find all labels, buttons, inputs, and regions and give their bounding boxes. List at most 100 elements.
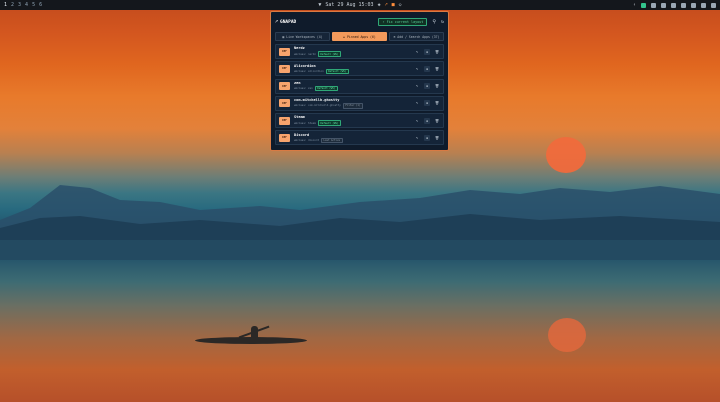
tab-live-workspaces[interactable]: ▦ Live Workspaces (4)	[275, 32, 330, 41]
rocket-icon[interactable]: ➚	[385, 2, 388, 8]
tab-label: Pinned Apps (6)	[347, 34, 376, 39]
edit-icon[interactable]: ✎	[414, 118, 420, 124]
app-icon: DEF	[279, 133, 290, 142]
app-wmclass: wmclass: com.mitchellh.ghostty	[294, 104, 341, 108]
app-meta: wmclass: alicordion Default (WS)	[294, 68, 349, 75]
app-icon: DEF	[279, 116, 290, 125]
delete-icon[interactable]: 🗑	[434, 49, 440, 55]
kayak	[195, 337, 307, 344]
weather-icon[interactable]: ▼	[318, 2, 321, 8]
edit-icon[interactable]: ✎	[414, 83, 420, 89]
app-meta: wmclass: discord Last Active	[294, 137, 343, 144]
app-info: Alicordion wmclass: alicordion Default (W…	[294, 64, 349, 75]
power-icon[interactable]	[711, 2, 716, 8]
workspace-5[interactable]: 5	[32, 2, 35, 8]
pinned-app-list: DEF Nerdz wmclass: nerdz Default (WS) ✎ ▪…	[275, 44, 444, 146]
app-icon: DEF	[279, 99, 290, 108]
app-meta: wmclass: zen Default (WS)	[294, 85, 338, 92]
app-icon: DEF	[279, 82, 290, 91]
unpin-icon[interactable]: ▪	[424, 83, 430, 90]
workspace-4[interactable]: 4	[25, 2, 28, 8]
delete-icon[interactable]: 🗑	[434, 118, 440, 124]
tab-pinned-apps[interactable]: ✚ Pinned Apps (6)	[332, 32, 387, 41]
unpin-icon[interactable]: ▪	[424, 48, 430, 55]
app-name: Alicordion	[294, 63, 316, 68]
system-tray: ‹	[633, 2, 716, 8]
unpin-icon[interactable]: ▪	[424, 134, 430, 141]
workspace-3[interactable]: 3	[18, 2, 21, 8]
sun	[546, 137, 586, 173]
clock-area: ▼ Sat 29 Aug 15:03 ◈ ➚ ■ ◇	[318, 2, 401, 8]
refresh-icon[interactable]: ↻	[441, 19, 444, 25]
edit-icon[interactable]: ✎	[414, 49, 420, 55]
tab-add-search-apps[interactable]: ⊕ Add / Search Apps (37)	[389, 32, 444, 41]
workspace-6[interactable]: 6	[39, 2, 42, 8]
app-indicator-icon[interactable]: ◈	[378, 2, 381, 8]
list-item[interactable]: DEF Discord wmclass: discord Last Active …	[275, 130, 444, 146]
unpin-icon[interactable]: ▪	[424, 100, 430, 107]
delete-icon[interactable]: 🗑	[434, 66, 440, 72]
chevron-left-icon[interactable]: ‹	[633, 2, 636, 8]
fix-layout-button[interactable]: ⚡ Fix current layout	[378, 18, 428, 26]
notifications-icon[interactable]	[701, 2, 706, 8]
status-badge: Default (WS)	[314, 85, 338, 92]
app-info: zen wmclass: zen Default (WS)	[294, 81, 338, 92]
app-info: Steam wmclass: Steam Default (WS)	[294, 115, 341, 126]
list-item[interactable]: DEF Nerdz wmclass: nerdz Default (WS) ✎ ▪…	[275, 44, 444, 59]
row-actions: ✎ ▪ 🗑	[414, 65, 440, 72]
notification-icon[interactable]: ■	[392, 2, 395, 8]
pin-icon[interactable]: ⚲	[432, 19, 436, 25]
clock[interactable]: Sat 29 Aug 15:03	[325, 2, 373, 8]
app-meta: wmclass: com.mitchellh.ghostty Filter (1)	[294, 103, 363, 109]
status-badge: Default (WS)	[317, 120, 341, 126]
row-actions: ✎ ▪ 🗑	[414, 48, 440, 55]
app-info: com.mitchellh.ghostty wmclass: com.mitch…	[294, 98, 363, 109]
sun-reflection	[548, 318, 586, 352]
app-icon: DEF	[279, 64, 290, 73]
row-actions: ✎ ▪ 🗑	[414, 100, 440, 107]
unpin-icon[interactable]: ▪	[424, 65, 430, 72]
row-actions: ✎ ▪ 🗑	[414, 134, 440, 141]
app-wmclass: wmclass: nerdz	[294, 52, 316, 56]
list-item[interactable]: DEF com.mitchellh.ghostty wmclass: com.m…	[275, 95, 444, 111]
edit-icon[interactable]: ✎	[414, 135, 420, 141]
app-info: Discord wmclass: discord Last Active	[294, 133, 343, 144]
list-item[interactable]: DEF Alicordion wmclass: alicordion Defaul…	[275, 61, 444, 77]
app-wmclass: wmclass: zen	[294, 87, 313, 91]
battery-icon[interactable]	[661, 2, 666, 8]
status-badge: Last Active	[321, 137, 343, 144]
status-badge: Default (WS)	[325, 68, 349, 75]
edit-icon[interactable]: ✎	[414, 100, 420, 106]
wallpaper-mountains	[0, 185, 720, 260]
bluetooth-icon[interactable]	[681, 2, 686, 8]
list-item[interactable]: DEF Steam wmclass: Steam Default (WS) ✎ ▪…	[275, 113, 444, 129]
status-badge: Default (WS)	[317, 51, 341, 57]
rocket-logo-icon: ➚	[275, 19, 279, 25]
clipboard-icon[interactable]: ◇	[399, 2, 402, 8]
edit-icon[interactable]: ✎	[414, 66, 420, 72]
app-meta: wmclass: nerdz Default (WS)	[294, 51, 341, 57]
app-info: Nerdz wmclass: nerdz Default (WS)	[294, 46, 341, 57]
display-icon[interactable]	[641, 2, 646, 8]
top-panel: 1 2 3 4 5 6 ▼ Sat 29 Aug 15:03 ◈ ➚ ■ ◇ ‹	[0, 0, 720, 10]
delete-icon[interactable]: 🗑	[434, 100, 440, 106]
app-wmclass: wmclass: alicordion	[294, 69, 324, 73]
app-icon: DEF	[279, 47, 290, 56]
workspace-2[interactable]: 2	[11, 2, 14, 8]
list-item[interactable]: DEF zen wmclass: zen Default (WS) ✎ ▪ 🗑	[275, 78, 444, 94]
wifi-icon[interactable]	[691, 2, 696, 8]
app-name: Discord	[294, 132, 310, 137]
fix-layout-label: Fix current layout	[386, 20, 424, 24]
workspace-1[interactable]: 1	[4, 2, 7, 8]
app-wmclass: wmclass: discord	[294, 138, 319, 142]
app-name: Steam	[294, 115, 305, 120]
unpin-icon[interactable]: ▪	[424, 117, 430, 124]
volume-icon[interactable]	[671, 2, 676, 8]
delete-icon[interactable]: 🗑	[434, 83, 440, 89]
network-icon[interactable]	[651, 2, 656, 8]
delete-icon[interactable]: 🗑	[434, 135, 440, 141]
tab-bar: ▦ Live Workspaces (4) ✚ Pinned Apps (6) …	[275, 32, 444, 41]
tab-label: Add / Search Apps (37)	[397, 34, 440, 39]
tab-label: Live Workspaces (4)	[286, 34, 323, 39]
app-meta: wmclass: Steam Default (WS)	[294, 120, 341, 126]
